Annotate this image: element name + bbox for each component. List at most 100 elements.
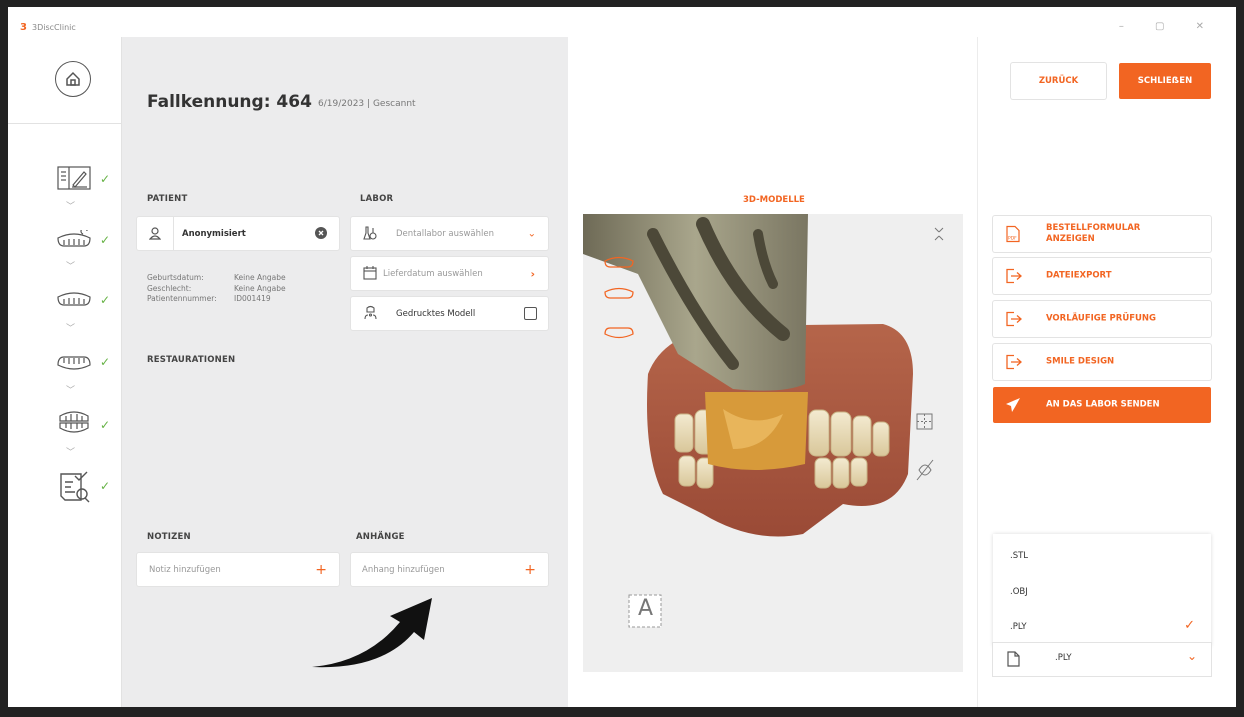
chevron-down-icon: ⌄ <box>527 228 536 239</box>
viewer-label-icon-text[interactable]: A <box>638 596 653 621</box>
file-format-select[interactable]: .PLY ⌄ <box>993 643 1211 676</box>
rail-divider <box>8 123 122 124</box>
chevron-down-icon: ﹀ <box>66 448 76 458</box>
add-attachment-field[interactable]: Anhang hinzufügen + <box>351 553 548 586</box>
add-note-placeholder: Notiz hinzufügen <box>149 564 221 575</box>
step-lower-jaw[interactable] <box>54 349 94 375</box>
upper-jaw-toggle-icon-2 <box>604 287 634 299</box>
step-order-form[interactable] <box>54 165 94 191</box>
plus-icon[interactable]: + <box>315 562 327 578</box>
patient-detail-values: Keine Angabe Keine Angabe ID001419 <box>234 273 286 303</box>
plus-icon[interactable]: + <box>524 562 536 578</box>
review-icon <box>60 471 90 503</box>
send-to-lab-label: AN DAS LABOR SENDEN <box>1046 399 1160 410</box>
case-panel: Fallkennung: 464 6/19/2023 | Gescannt PA… <box>122 37 568 707</box>
annotation-arrow <box>312 598 432 668</box>
export-icon <box>1006 354 1022 370</box>
add-note-field[interactable]: Notiz hinzufügen + <box>137 553 339 586</box>
patient-name: Anonymisiert <box>182 228 246 239</box>
step-bite[interactable] <box>54 409 94 435</box>
printed-model-checkbox[interactable] <box>524 307 537 320</box>
send-icon <box>1006 398 1020 412</box>
export-icon <box>1006 311 1022 327</box>
chevron-down-icon: ﹀ <box>66 262 76 272</box>
restorations-section-label: RESTAURATIONEN <box>147 355 236 365</box>
visibility-off-icon <box>916 459 934 481</box>
back-button[interactable]: ZURÜCK <box>1011 63 1106 99</box>
workflow-rail: ✓ ﹀ ✓ ﹀ ✓ ﹀ ✓ ﹀ ✓ ﹀ ✓ <box>8 37 122 707</box>
add-attachment-placeholder: Anhang hinzufügen <box>362 564 445 575</box>
order-form-button[interactable]: PDF BESTELLFORMULAR ANZEIGEN <box>993 216 1211 252</box>
check-icon: ✓ <box>100 418 111 432</box>
smile-design-button[interactable]: SMILE DESIGN <box>993 344 1211 380</box>
step-review[interactable] <box>54 469 94 505</box>
step-upper-jaw-prep[interactable] <box>54 227 94 253</box>
right-divider <box>977 37 978 707</box>
chevron-right-icon: › <box>530 267 535 280</box>
delivery-date-select[interactable]: Lieferdatum auswählen › <box>351 257 548 290</box>
field-divider <box>173 217 174 250</box>
dental-lab-placeholder: Dentallabor auswählen <box>396 228 494 239</box>
lower-jaw-toggle-icon <box>604 327 634 339</box>
bite-icon <box>59 411 89 433</box>
attachments-section-label: ANHÄNGE <box>356 532 405 542</box>
upper-jaw-icon <box>57 292 91 306</box>
close-button[interactable]: SCHLIEẞEN <box>1119 63 1211 99</box>
lower-jaw-icon <box>57 356 91 370</box>
format-option-stl[interactable]: .STL <box>1010 551 1028 561</box>
lab-icon <box>363 226 377 240</box>
case-meta: 6/19/2023 | Gescannt <box>318 99 416 109</box>
expand-icon <box>934 227 944 241</box>
notes-section-label: NOTIZEN <box>147 532 191 542</box>
check-icon: ✓ <box>100 355 111 369</box>
file-export-label: DATEIEXPORT <box>1046 270 1112 281</box>
meta-separator: | <box>367 99 371 109</box>
printed-model-option[interactable]: Gedrucktes Modell <box>351 297 548 330</box>
patient-selector[interactable]: Anonymisiert <box>137 217 339 250</box>
preliminary-check-label: VORLÄUFIGE PRÜFUNG <box>1046 313 1157 324</box>
send-to-lab-button[interactable]: AN DAS LABOR SENDEN <box>993 387 1211 423</box>
check-icon: ✓ <box>100 479 111 493</box>
printed-model-icon <box>364 305 377 320</box>
chevron-down-icon: ﹀ <box>66 324 76 334</box>
printed-model-label: Gedrucktes Modell <box>396 308 476 319</box>
chevron-down-icon: ﹀ <box>66 202 76 212</box>
format-option-ply[interactable]: .PLY <box>1010 622 1027 632</box>
app-window: 3 3DiscClinic – ▢ ✕ ✓ ﹀ ✓ ﹀ ✓ ﹀ ✓ ﹀ ✓ ﹀ … <box>8 7 1236 707</box>
check-icon: ✓ <box>100 172 111 186</box>
export-icon <box>1006 268 1022 284</box>
page-title: Fallkennung: 464 <box>147 92 312 112</box>
preliminary-check-button[interactable]: VORLÄUFIGE PRÜFUNG <box>993 301 1211 337</box>
person-icon <box>149 227 161 240</box>
clear-icon[interactable] <box>315 227 327 239</box>
check-icon: ✓ <box>100 233 111 247</box>
patient-detail-labels: Geburtsdatum: Geschlecht: Patientennumme… <box>147 273 217 303</box>
format-option-obj[interactable]: .OBJ <box>1010 587 1028 597</box>
chevron-down-icon: ﹀ <box>66 386 76 396</box>
window-controls[interactable]: – ▢ ✕ <box>1119 21 1218 32</box>
case-status: Gescannt <box>372 99 416 109</box>
file-export-button[interactable]: DATEIEXPORT <box>993 258 1211 294</box>
labor-section-label: LABOR <box>360 194 394 204</box>
home-button[interactable] <box>55 61 91 97</box>
pdf-icon: PDF <box>1006 225 1020 243</box>
dental-lab-select[interactable]: Dentallabor auswählen ⌄ <box>351 217 548 250</box>
delivery-date-placeholder: Lieferdatum auswählen <box>383 268 483 279</box>
smile-design-label: SMILE DESIGN <box>1046 356 1115 367</box>
check-icon: ✓ <box>100 293 111 307</box>
file-icon <box>1007 651 1020 667</box>
app-title: 3DiscClinic <box>32 23 76 32</box>
upper-jaw-prep-icon <box>57 230 91 247</box>
svg-text:PDF: PDF <box>1008 236 1017 242</box>
step-upper-jaw[interactable] <box>54 287 94 313</box>
calendar-icon <box>363 266 377 280</box>
home-icon <box>66 71 80 86</box>
selected-check-icon: ✓ <box>1184 618 1195 633</box>
chevron-down-icon: ⌄ <box>1186 649 1197 663</box>
form-icon <box>57 166 91 190</box>
selected-format: .PLY <box>1055 653 1072 663</box>
patient-section-label: PATIENT <box>147 194 188 204</box>
app-logo: 3 <box>20 22 27 33</box>
3d-viewer[interactable]: A <box>583 214 963 672</box>
order-form-label: BESTELLFORMULAR ANZEIGEN <box>1046 223 1141 244</box>
